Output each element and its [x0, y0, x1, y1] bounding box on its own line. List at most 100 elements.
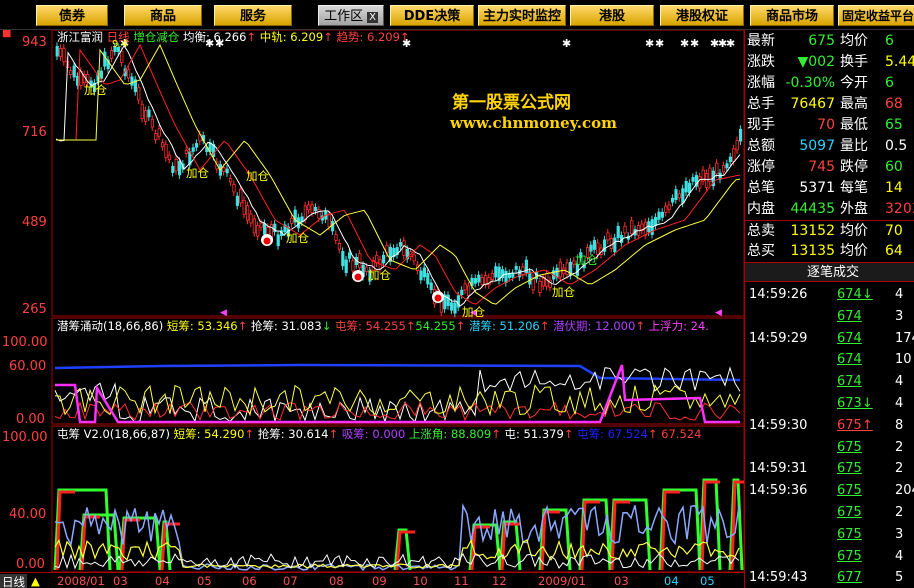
quote-value: 6 [885, 33, 894, 49]
top-toolbar: 债券 商品 服务 工作区 X DDE决策 主力实时监控 港股 港股权证 商品市场 … [0, 0, 914, 30]
trade-row: 14:59:43 677 5 [745, 567, 914, 588]
smiley-mouth [263, 237, 271, 245]
quote-label: 涨停 [747, 159, 775, 175]
candle [422, 267, 427, 278]
quote-value: 65 [885, 117, 903, 133]
quote-label: 最低 [840, 117, 868, 133]
panel2-hold2: 54.255 [415, 319, 456, 333]
candle [171, 165, 175, 173]
panel3-hold-chip2: 67.524 [661, 427, 702, 441]
panel3-hold: 屯: 51.379 [504, 427, 564, 441]
main-monitor-button[interactable]: 主力实时监控 [478, 5, 566, 26]
candle [684, 180, 688, 193]
candle [235, 195, 239, 206]
candle [722, 165, 726, 173]
quote-row: 总卖 13152 均价 70 [745, 220, 914, 241]
candle [72, 65, 76, 78]
trade-list-title: 逐笔成交 [807, 265, 860, 280]
candle [307, 204, 311, 211]
panel3-hold-chip: 屯筹: 67.524 [577, 427, 648, 441]
trade-price: 675 [837, 483, 862, 499]
chart-area[interactable]: ✱ ✱ ✱ ✱ ✱ ✱ ✱ ✱ ✱ ✱ ✱ ✱ ◀ ◀ ◀ ■ 浙江富润 日线 增仓减仓 均衡: 6.26… [0, 30, 744, 588]
trade-row: 673↓ 4 [745, 393, 914, 414]
star-marker: ✱ [655, 37, 664, 50]
candle [429, 282, 433, 290]
candle [59, 48, 63, 58]
fixed-income-button[interactable]: 固定收益平台 [838, 5, 914, 26]
smiley-mouth [434, 294, 442, 302]
panel3-title: 屯筹 V2.0(18,66,87) [57, 427, 170, 441]
workspace-button[interactable]: 工作区 X [318, 5, 384, 26]
candle [657, 211, 661, 220]
stock-name: 浙江富润 [57, 30, 103, 44]
star-marker: ✱ [680, 37, 689, 50]
candle [446, 294, 450, 306]
trade-list-header[interactable]: 逐笔成交 [745, 262, 914, 282]
panel3-lines-group [53, 478, 744, 572]
trade-price: 675 [837, 526, 862, 542]
quote-label: 跌停 [840, 159, 868, 175]
trade-row: 674 3 [745, 306, 914, 327]
hold-volume-red [540, 510, 560, 571]
candle [62, 47, 66, 63]
date-tick: 04 [155, 574, 170, 588]
candle [463, 283, 467, 291]
panel2-header: 潜筹涌动(18,66,86) 短筹: 53.346↑ 抢筹: 31.083↓ 屯… [57, 319, 709, 333]
commodity-button[interactable]: 商品 [124, 5, 202, 26]
trade-price: 675 [837, 505, 862, 520]
quote-label: 每笔 [840, 180, 868, 196]
chart-canvas[interactable]: ✱ ✱ ✱ ✱ ✱ ✱ ✱ ✱ ✱ ✱✱✱ ◀ ◀ ◀ [0, 30, 744, 588]
candle [147, 109, 151, 118]
p2-label-0: 0.00 [16, 412, 45, 427]
candle [191, 147, 195, 152]
candle [592, 240, 597, 250]
trade-time: 14:59:30 [749, 417, 808, 433]
p3-label-40: 40.00 [9, 507, 47, 522]
corner-mark: ■ [2, 30, 12, 39]
dde-button[interactable]: DDE决策 [390, 5, 474, 26]
candle [735, 140, 739, 151]
date-tick: 03 [113, 574, 128, 588]
p2-label-60: 60.00 [9, 359, 47, 374]
service-button[interactable]: 服务 [214, 5, 292, 26]
quote-value: 70 [817, 117, 835, 133]
quote-row: 涨停 745 跌停 60 [745, 157, 914, 178]
panel2-short: 短筹: 53.346 [166, 319, 238, 333]
commodity-market-button[interactable]: 商品市场 [750, 5, 834, 26]
period-button[interactable]: 日线 [0, 574, 27, 588]
quote-row: 现手 70 最低 65 [745, 115, 914, 136]
candle [511, 272, 515, 278]
quote-value: 5371 [799, 180, 835, 196]
close-icon[interactable]: X [367, 12, 378, 23]
price-label-top: 943 [22, 35, 47, 50]
candle [483, 274, 488, 285]
candle [290, 217, 294, 224]
candle [514, 266, 518, 270]
quote-label: 涨幅 [747, 75, 775, 91]
scroll-left-icon[interactable]: ▲ [31, 574, 40, 588]
candle [739, 128, 743, 142]
candle [473, 278, 478, 284]
candle [127, 69, 131, 79]
candle [262, 222, 267, 235]
trade-price: 677 [837, 570, 862, 586]
quote-value: -0.30% [785, 75, 835, 91]
quote-value: 13135 [790, 243, 835, 259]
date-tick: 06 [242, 574, 257, 588]
hk-stock-button[interactable]: 港股 [570, 5, 654, 26]
hk-warrant-button[interactable]: 港股权证 [660, 5, 744, 26]
candle [249, 213, 253, 224]
trade-row: 675 4 [745, 546, 914, 567]
candle [589, 244, 593, 252]
bond-button[interactable]: 债券 [36, 5, 108, 26]
quote-label: 总买 [747, 243, 775, 259]
trade-row: 674 4 [745, 371, 914, 392]
candle [715, 162, 719, 175]
candle [337, 243, 342, 250]
candle [558, 261, 563, 278]
panel2-hold: 屯筹: 54.255 [335, 319, 406, 333]
candle [565, 262, 569, 275]
panel2-lines-group [54, 363, 741, 424]
trade-qty: 3 [895, 308, 904, 324]
candle [157, 128, 161, 137]
